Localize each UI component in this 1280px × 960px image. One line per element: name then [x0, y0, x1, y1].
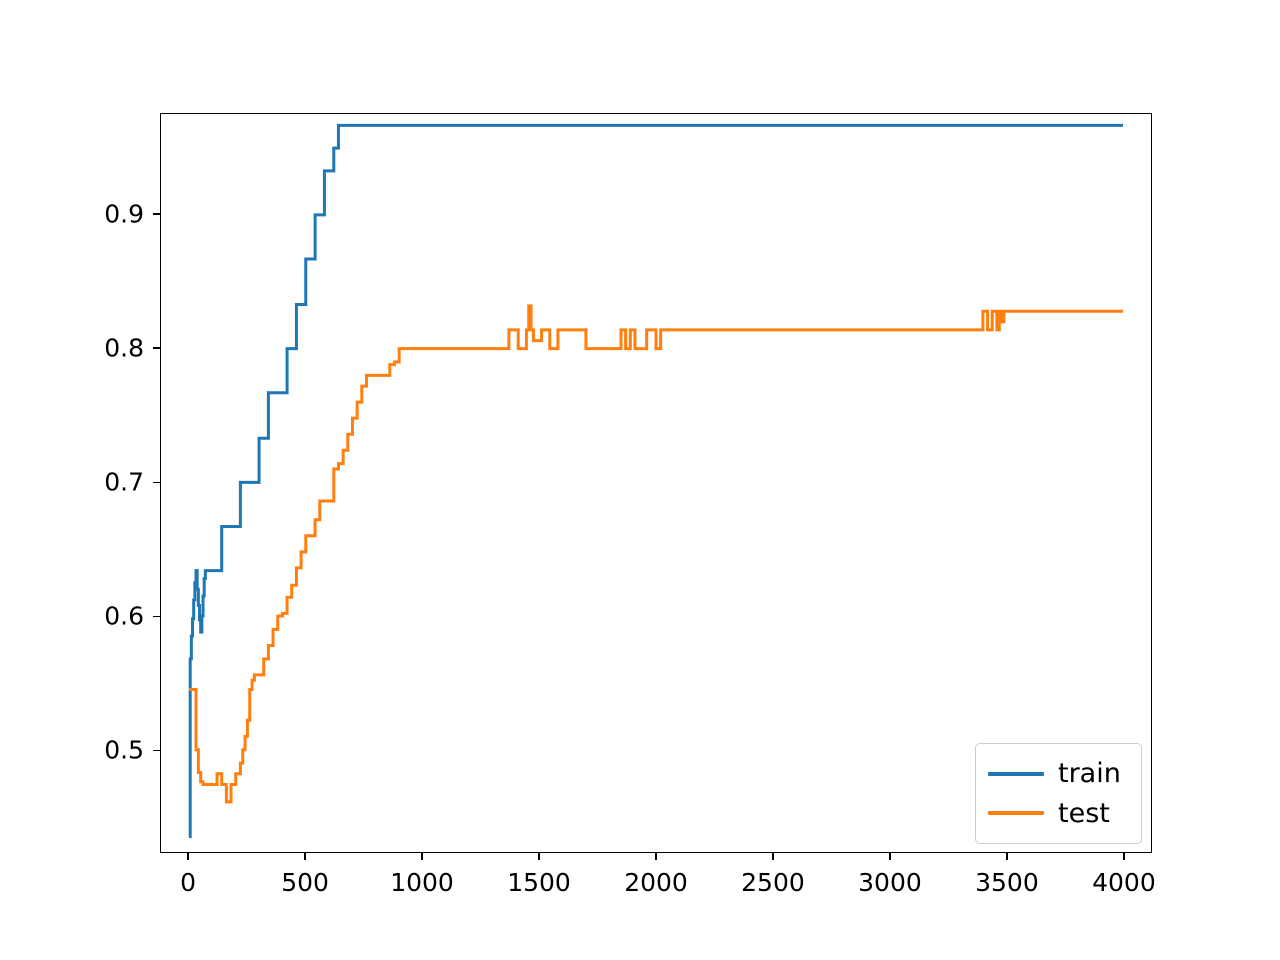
x-tick-label: 3000: [858, 868, 922, 897]
legend-label-train: train: [1058, 758, 1121, 790]
series-line-test: [189, 306, 1123, 802]
y-tick-label: 0.8: [104, 333, 144, 363]
plot-axes: [160, 113, 1152, 853]
y-tick-mark: [153, 749, 160, 752]
legend-entry-test: test: [988, 795, 1129, 831]
y-tick-mark: [153, 615, 160, 618]
y-tick-label: 0.7: [104, 467, 144, 497]
x-tick-label: 1500: [507, 868, 571, 897]
x-tick-mark: [304, 853, 306, 860]
x-tick-mark: [889, 853, 891, 860]
y-tick-mark: [153, 213, 160, 215]
legend-swatch-test: [988, 811, 1044, 816]
y-tick-mark: [153, 347, 160, 350]
chart-legend: train test: [975, 743, 1142, 844]
legend-swatch-train: [988, 771, 1044, 776]
y-tick-label: 0.6: [104, 601, 144, 631]
x-tick-mark: [187, 853, 189, 860]
series-line-train: [189, 125, 1123, 836]
x-tick-mark: [772, 853, 774, 860]
y-tick-mark: [153, 481, 160, 484]
x-tick-label: 500: [281, 868, 329, 897]
x-tick-mark: [421, 853, 423, 860]
x-tick-label: 2000: [624, 868, 688, 897]
x-tick-label: 4000: [1092, 868, 1156, 897]
y-tick-label: 0.9: [104, 199, 144, 229]
x-tick-label: 3500: [975, 868, 1039, 897]
x-tick-label: 1000: [390, 868, 454, 897]
x-tick-mark: [1123, 853, 1125, 860]
x-tick-label: 0: [180, 868, 197, 897]
x-tick-label: 2500: [741, 868, 805, 897]
x-tick-mark: [1006, 853, 1008, 860]
x-tick-mark: [538, 853, 540, 860]
legend-entry-train: train: [988, 756, 1129, 792]
legend-label-test: test: [1058, 797, 1110, 829]
y-tick-label: 0.5: [104, 735, 144, 765]
plot-lines-svg: [161, 114, 1151, 852]
x-tick-mark: [655, 853, 657, 860]
matplotlib-figure: 0.5 0.6 0.7 0.8 0.9 0 500 1000 1500 2000 2500 3000…: [0, 0, 1280, 960]
